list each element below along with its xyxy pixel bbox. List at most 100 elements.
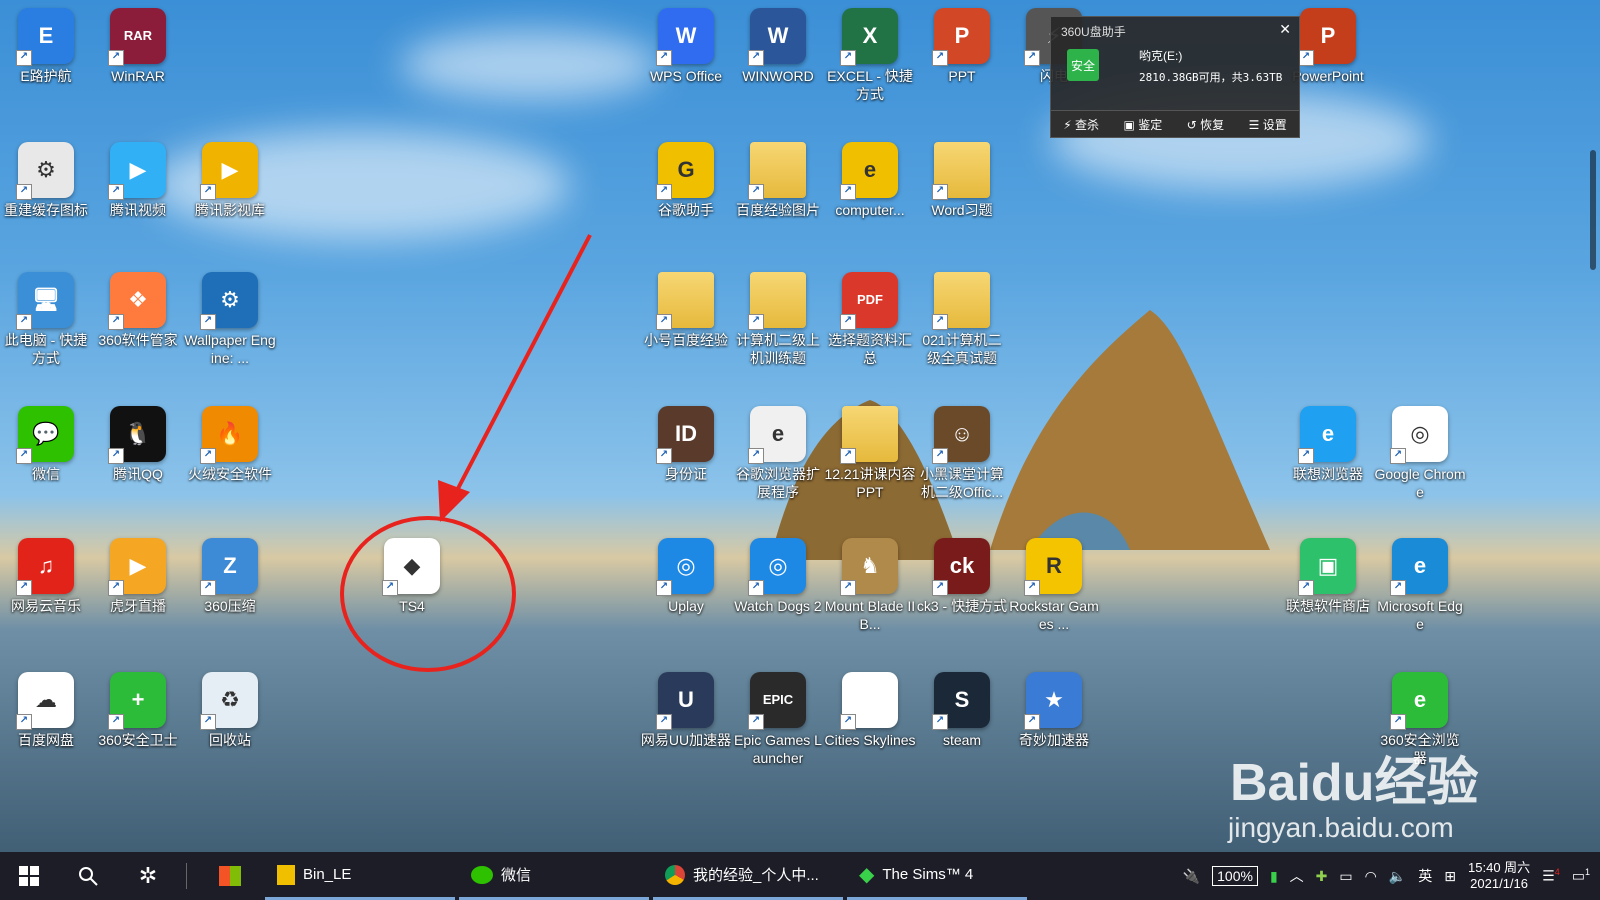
desktop-icon[interactable]: EPIC ↗ Epic Games Launcher	[732, 672, 824, 767]
app-icon: e ↗	[1298, 406, 1356, 464]
security-icon[interactable]: ✚	[1316, 868, 1328, 885]
desktop-icon[interactable]: W ↗ WINWORD	[732, 8, 824, 86]
popup-actions: ⚡ 查杀 ▣ 鉴定 ↺ 恢复 ☰ 设置	[1051, 110, 1299, 137]
start-button[interactable]	[0, 852, 58, 900]
desktop-icon[interactable]: ☁ ↗ 百度网盘	[0, 672, 92, 750]
taskbar-app-sims[interactable]: ◆ The Sims™ 4	[847, 852, 1027, 900]
desktop-icon[interactable]: U ↗ 网易UU加速器	[640, 672, 732, 750]
desktop-icon[interactable]: ↗ Cities Skylines	[824, 672, 916, 750]
desktop-icon[interactable]: ◎ ↗ Google Chrome	[1374, 406, 1466, 501]
wifi-icon[interactable]: ◠	[1365, 868, 1377, 885]
taskbar-app-wechat[interactable]: 微信	[459, 852, 649, 900]
desktop-icon[interactable]: ↗ 12.21讲课内容PPT	[824, 406, 916, 501]
usb-helper-popup: 360U盘助手 ✕ 安全 哟克(E:) 2810.38GB可用，共3.63TB …	[1050, 16, 1300, 138]
identify-button[interactable]: ▣ 鉴定	[1124, 116, 1163, 133]
battery-status-icon[interactable]: ▭	[1339, 868, 1352, 885]
desktop-icon[interactable]: 💬 ↗ 微信	[0, 406, 92, 484]
desktop-icon[interactable]: 🖥 ↗ 此电脑 - 快捷方式	[0, 272, 92, 367]
taskbar-app-chrome[interactable]: 我的经验_个人中...	[653, 852, 843, 900]
shortcut-arrow-icon: ↗	[840, 580, 856, 596]
plug-icon[interactable]: 🔌	[1183, 868, 1200, 885]
desktop-icon[interactable]: ◎ ↗ Watch Dogs 2	[732, 538, 824, 616]
desktop-icon[interactable]: + ↗ 360安全卫士	[92, 672, 184, 750]
desktop-icon[interactable]: e ↗ 联想浏览器	[1282, 406, 1374, 484]
desktop-icon[interactable]: ↗ 百度经验图片	[732, 142, 824, 220]
desktop-icon[interactable]: RAR ↗ WinRAR	[92, 8, 184, 86]
desktop-icon[interactable]: e ↗ computer...	[824, 142, 916, 220]
shortcut-arrow-icon: ↗	[200, 580, 216, 596]
desktop-icon[interactable]: e ↗ 谷歌浏览器扩展程序	[732, 406, 824, 501]
desktop-icon[interactable]: ↗ 计算机二级上机训练题	[732, 272, 824, 367]
settings-button[interactable]: ☰ 设置	[1249, 116, 1287, 133]
desktop-icon[interactable]: ♞ ↗ Mount Blade II B...	[824, 538, 916, 633]
pinwheel-icon: ✲	[138, 863, 158, 888]
desktop-icon[interactable]: ↗ 021计算机二级全真试题	[916, 272, 1008, 367]
desktop-icon[interactable]: ★ ↗ 奇妙加速器	[1008, 672, 1100, 750]
desktop-icon[interactable]: ck ↗ ck3 - 快捷方式	[916, 538, 1008, 616]
desktop-icon[interactable]: S ↗ steam	[916, 672, 1008, 750]
search-button[interactable]	[58, 852, 118, 900]
battery-indicator[interactable]: 100%	[1212, 866, 1258, 886]
desktop-icon[interactable]: PDF ↗ 选择题资料汇总	[824, 272, 916, 367]
desktop-icon-label: Word习题	[931, 202, 993, 218]
app-icon: ↗	[748, 142, 806, 200]
taskbar-app-bin-le[interactable]: Bin_LE	[265, 852, 455, 900]
desktop-icon[interactable]: ☺ ↗ 小黑课堂计算机二级Offic...	[916, 406, 1008, 501]
notes-icon[interactable]: ☰4	[1542, 867, 1560, 885]
desktop-icon[interactable]: ID ↗ 身份证	[640, 406, 732, 484]
divider	[186, 863, 187, 889]
ime-indicator[interactable]: 英	[1418, 866, 1432, 886]
app-icon: ◎ ↗	[656, 538, 714, 596]
desktop-icon[interactable]: ❖ ↗ 360软件管家	[92, 272, 184, 350]
shortcut-arrow-icon: ↗	[932, 314, 948, 330]
desktop-icon[interactable]: ↗ Word习题	[916, 142, 1008, 220]
desktop-icon[interactable]: ▣ ↗ 联想软件商店	[1282, 538, 1374, 616]
app-icon: ◆ ↗	[382, 538, 440, 596]
desktop-icon[interactable]: Z ↗ 360压缩	[184, 538, 276, 616]
desktop-icon[interactable]: ♻ ↗ 回收站	[184, 672, 276, 750]
shortcut-arrow-icon: ↗	[656, 314, 672, 330]
desktop-icon[interactable]: X ↗ EXCEL - 快捷方式	[824, 8, 916, 103]
ime-mode-icon[interactable]: ⊞	[1444, 868, 1456, 885]
app-icon: ★ ↗	[1024, 672, 1082, 730]
app-icon: 🖥 ↗	[16, 272, 74, 330]
shortcut-arrow-icon: ↗	[932, 184, 948, 200]
shortcut-arrow-icon: ↗	[16, 448, 32, 464]
store-button[interactable]	[195, 852, 265, 900]
desktop-icon[interactable]: E ↗ E路护航	[0, 8, 92, 86]
clock[interactable]: 15:40 周六 2021/1/16	[1468, 860, 1530, 892]
action-center-icon[interactable]: ▭1	[1572, 867, 1590, 885]
desktop-icon[interactable]: e ↗ Microsoft Edge	[1374, 538, 1466, 633]
app-icon: EPIC ↗	[748, 672, 806, 730]
desktop-icon[interactable]: G ↗ 谷歌助手	[640, 142, 732, 220]
desktop-icon[interactable]: W ↗ WPS Office	[640, 8, 732, 86]
close-icon[interactable]: ✕	[1279, 21, 1291, 38]
desktop-icon[interactable]: ▶ ↗ 腾讯视频	[92, 142, 184, 220]
app-icon: ♻ ↗	[200, 672, 258, 730]
desktop-icon[interactable]: 🐧 ↗ 腾讯QQ	[92, 406, 184, 484]
app-icon: ♫ ↗	[16, 538, 74, 596]
desktop-icon[interactable]: ⚙ ↗ Wallpaper Engine: ...	[184, 272, 276, 367]
chevron-up-icon[interactable]: ︿	[1290, 866, 1304, 886]
shortcut-arrow-icon: ↗	[748, 448, 764, 464]
desktop-icon[interactable]: P ↗ PPT	[916, 8, 1008, 86]
app-icon: e ↗	[1390, 672, 1448, 730]
desktop-icon-label: Cities Skylines	[824, 732, 916, 748]
desktop-icon[interactable]: ↗ 小号百度经验	[640, 272, 732, 350]
restore-button[interactable]: ↺ 恢复	[1187, 116, 1224, 133]
desktop-icon[interactable]: ▶ ↗ 虎牙直播	[92, 538, 184, 616]
desktop-icon[interactable]: ♫ ↗ 网易云音乐	[0, 538, 92, 616]
desktop-icon[interactable]: ▶ ↗ 腾讯影视库	[184, 142, 276, 220]
volume-icon[interactable]: 🔈	[1389, 868, 1406, 885]
app-icon: S ↗	[932, 672, 990, 730]
desktop-icon[interactable]: R ↗ Rockstar Games ...	[1008, 538, 1100, 633]
battery-icon[interactable]: ▮	[1270, 868, 1278, 885]
desktop-icon[interactable]: 🔥 ↗ 火绒安全软件	[184, 406, 276, 484]
desktop-icon[interactable]: ⚙ ↗ 重建缓存图标	[0, 142, 92, 220]
store-icon	[219, 866, 241, 886]
task-view-button[interactable]: ✲	[118, 852, 178, 900]
scan-button[interactable]: ⚡ 查杀	[1063, 116, 1099, 133]
desktop-icon[interactable]: ◎ ↗ Uplay	[640, 538, 732, 616]
desktop-icon[interactable]: ◆ ↗ TS4	[366, 538, 458, 616]
scrollbar[interactable]	[1590, 150, 1596, 270]
